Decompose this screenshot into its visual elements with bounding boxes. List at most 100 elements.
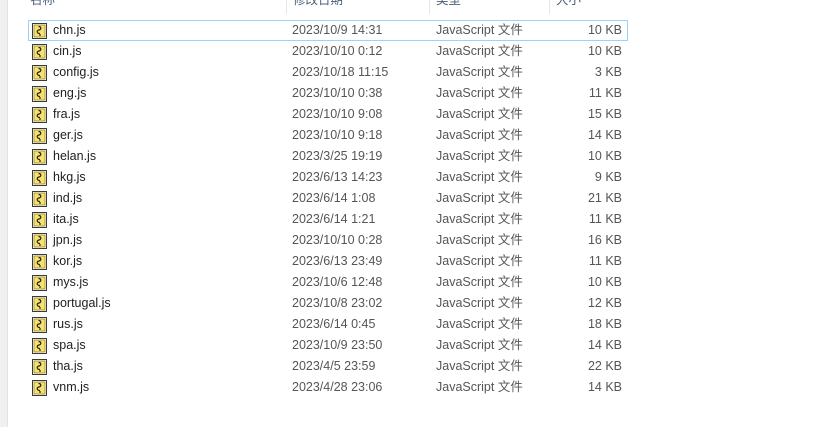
javascript-file-icon bbox=[32, 275, 47, 291]
javascript-file-icon bbox=[32, 191, 47, 207]
file-size: 10 KB bbox=[587, 23, 622, 37]
file-name: ind.js bbox=[53, 191, 83, 205]
file-type: JavaScript 文件 bbox=[436, 380, 523, 394]
file-size: 14 KB bbox=[587, 128, 622, 142]
javascript-file-icon bbox=[32, 317, 47, 333]
file-type: JavaScript 文件 bbox=[436, 296, 523, 310]
file-name: chn.js bbox=[53, 23, 86, 37]
file-row[interactable]: jpn.js 2023/10/10 0:28 JavaScript 文件 16 … bbox=[28, 230, 628, 251]
file-date-modified: 2023/10/18 11:15 bbox=[292, 65, 389, 79]
file-size: 18 KB bbox=[587, 317, 622, 331]
javascript-file-icon bbox=[32, 233, 47, 249]
file-name: rus.js bbox=[53, 317, 83, 331]
file-row[interactable]: ind.js 2023/6/14 1:08 JavaScript 文件 21 K… bbox=[28, 188, 628, 209]
file-row[interactable]: fra.js 2023/10/10 9:08 JavaScript 文件 15 … bbox=[28, 104, 628, 125]
file-size: 10 KB bbox=[587, 275, 622, 289]
file-type: JavaScript 文件 bbox=[436, 149, 523, 163]
file-explorer: 名称 修改日期 类型 大小 chn.js 2023/10/9 14:31 Jav… bbox=[0, 0, 832, 427]
navigation-pane-edge bbox=[0, 0, 8, 427]
file-size: 14 KB bbox=[587, 338, 622, 352]
file-type: JavaScript 文件 bbox=[436, 254, 523, 268]
file-row[interactable]: portugal.js 2023/10/8 23:02 JavaScript 文… bbox=[28, 293, 628, 314]
file-type: JavaScript 文件 bbox=[436, 44, 523, 58]
file-date-modified: 2023/10/10 0:12 bbox=[292, 44, 383, 58]
javascript-file-icon bbox=[32, 44, 47, 60]
file-size: 14 KB bbox=[587, 380, 622, 394]
file-date-modified: 2023/10/10 0:28 bbox=[292, 233, 383, 247]
file-size: 11 KB bbox=[588, 254, 622, 268]
file-type: JavaScript 文件 bbox=[436, 317, 523, 331]
file-row[interactable]: tha.js 2023/4/5 23:59 JavaScript 文件 22 K… bbox=[28, 356, 628, 377]
file-type: JavaScript 文件 bbox=[436, 233, 523, 247]
file-name: config.js bbox=[53, 65, 99, 79]
file-date-modified: 2023/4/5 23:59 bbox=[292, 359, 376, 373]
file-name: tha.js bbox=[53, 359, 83, 373]
file-type: JavaScript 文件 bbox=[436, 212, 523, 226]
file-type: JavaScript 文件 bbox=[436, 23, 523, 37]
javascript-file-icon bbox=[32, 23, 47, 39]
file-name: jpn.js bbox=[53, 233, 83, 247]
file-name: cin.js bbox=[53, 44, 82, 58]
file-date-modified: 2023/10/10 9:08 bbox=[292, 107, 383, 121]
javascript-file-icon bbox=[32, 65, 47, 81]
javascript-file-icon bbox=[32, 149, 47, 165]
file-row[interactable]: cin.js 2023/10/10 0:12 JavaScript 文件 10 … bbox=[28, 41, 628, 62]
file-date-modified: 2023/6/14 1:21 bbox=[292, 212, 376, 226]
file-date-modified: 2023/10/6 12:48 bbox=[292, 275, 383, 289]
file-row[interactable]: rus.js 2023/6/14 0:45 JavaScript 文件 18 K… bbox=[28, 314, 628, 335]
file-type: JavaScript 文件 bbox=[436, 107, 523, 121]
javascript-file-icon bbox=[32, 170, 47, 186]
javascript-file-icon bbox=[32, 128, 47, 144]
file-date-modified: 2023/6/13 14:23 bbox=[292, 170, 383, 184]
file-name: kor.js bbox=[53, 254, 83, 268]
file-row[interactable]: kor.js 2023/6/13 23:49 JavaScript 文件 11 … bbox=[28, 251, 628, 272]
file-size: 3 KB bbox=[594, 65, 622, 79]
file-date-modified: 2023/10/9 23:50 bbox=[292, 338, 383, 352]
file-size: 22 KB bbox=[587, 359, 622, 373]
file-row[interactable]: vnm.js 2023/4/28 23:06 JavaScript 文件 14 … bbox=[28, 377, 628, 398]
file-size: 11 KB bbox=[588, 86, 622, 100]
file-row[interactable]: mys.js 2023/10/6 12:48 JavaScript 文件 10 … bbox=[28, 272, 628, 293]
file-row[interactable]: spa.js 2023/10/9 23:50 JavaScript 文件 14 … bbox=[28, 335, 628, 356]
file-date-modified: 2023/6/13 23:49 bbox=[292, 254, 383, 268]
file-name: ita.js bbox=[53, 212, 79, 226]
file-size: 12 KB bbox=[587, 296, 622, 310]
file-date-modified: 2023/6/14 0:45 bbox=[292, 317, 376, 331]
file-type: JavaScript 文件 bbox=[436, 128, 523, 142]
javascript-file-icon bbox=[32, 254, 47, 270]
file-type: JavaScript 文件 bbox=[436, 170, 523, 184]
file-row[interactable]: hkg.js 2023/6/13 14:23 JavaScript 文件 9 K… bbox=[28, 167, 628, 188]
file-size: 10 KB bbox=[587, 44, 622, 58]
file-type: JavaScript 文件 bbox=[436, 86, 523, 100]
file-row[interactable]: eng.js 2023/10/10 0:38 JavaScript 文件 11 … bbox=[28, 83, 628, 104]
file-size: 9 KB bbox=[594, 170, 622, 184]
javascript-file-icon bbox=[32, 296, 47, 312]
javascript-file-icon bbox=[32, 212, 47, 228]
file-size: 10 KB bbox=[587, 149, 622, 163]
file-name: hkg.js bbox=[53, 170, 86, 184]
file-type: JavaScript 文件 bbox=[436, 359, 523, 373]
file-row[interactable]: helan.js 2023/3/25 19:19 JavaScript 文件 1… bbox=[28, 146, 628, 167]
column-header-size[interactable]: 大小 bbox=[550, 0, 629, 14]
file-name: vnm.js bbox=[53, 380, 90, 394]
file-date-modified: 2023/10/10 0:38 bbox=[292, 86, 383, 100]
javascript-file-icon bbox=[32, 359, 47, 375]
file-name: portugal.js bbox=[53, 296, 111, 310]
file-row[interactable]: ita.js 2023/6/14 1:21 JavaScript 文件 11 K… bbox=[28, 209, 628, 230]
column-header-type[interactable]: 类型 bbox=[430, 0, 550, 14]
file-row[interactable]: ger.js 2023/10/10 9:18 JavaScript 文件 14 … bbox=[28, 125, 628, 146]
file-name: mys.js bbox=[53, 275, 89, 289]
file-name: fra.js bbox=[53, 107, 81, 121]
file-date-modified: 2023/6/14 1:08 bbox=[292, 191, 376, 205]
file-size: 11 KB bbox=[588, 212, 622, 226]
column-header-name[interactable]: 名称 bbox=[24, 0, 287, 14]
file-type: JavaScript 文件 bbox=[436, 191, 523, 205]
file-row[interactable]: config.js 2023/10/18 11:15 JavaScript 文件… bbox=[28, 62, 628, 83]
column-header-row: 名称 修改日期 类型 大小 bbox=[24, 0, 629, 14]
javascript-file-icon bbox=[32, 86, 47, 102]
file-date-modified: 2023/4/28 23:06 bbox=[292, 380, 383, 394]
file-row[interactable]: chn.js 2023/10/9 14:31 JavaScript 文件 10 … bbox=[28, 20, 628, 41]
javascript-file-icon bbox=[32, 380, 47, 396]
column-header-date-modified[interactable]: 修改日期 bbox=[287, 0, 430, 14]
file-name: spa.js bbox=[53, 338, 86, 352]
